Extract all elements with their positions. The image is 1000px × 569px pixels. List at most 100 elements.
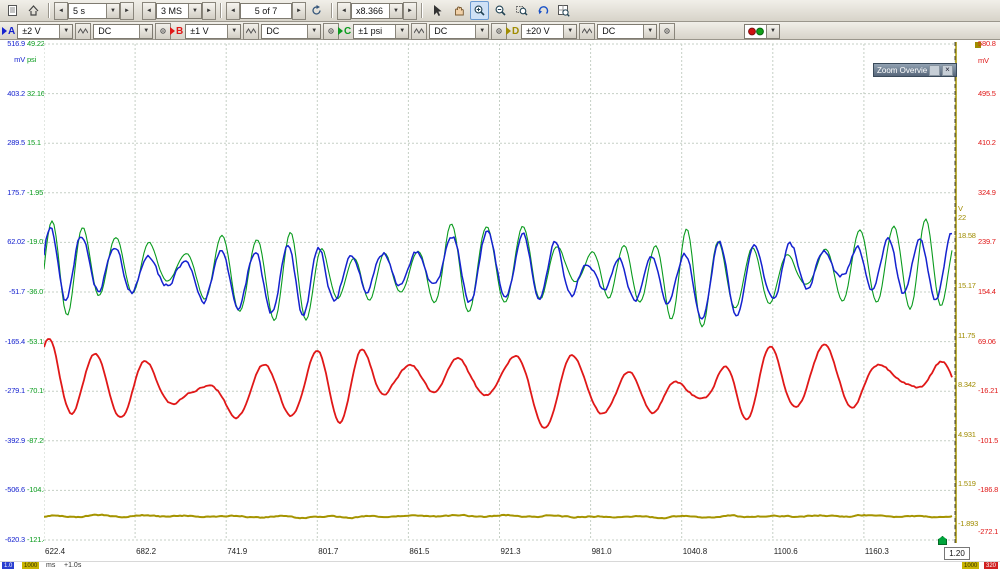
- channel-a-group: A ±2 V ▼ DC ▼: [2, 23, 173, 39]
- channel-arrow-icon: [170, 27, 175, 35]
- zoom-out-icon: [494, 4, 507, 17]
- timebase-select[interactable]: 5 s ▼: [68, 3, 120, 19]
- chevron-down-icon[interactable]: ▼: [563, 25, 576, 38]
- trace-channel-A-voltage: [44, 228, 952, 319]
- axis-a-unit: mV: [0, 56, 25, 64]
- waveform-icon: [414, 26, 424, 36]
- axis-a-tick: 62.02: [0, 238, 25, 246]
- restore-window-icon[interactable]: [929, 65, 940, 76]
- chevron-down-icon[interactable]: ▼: [395, 25, 408, 38]
- chevron-down-icon[interactable]: ▼: [766, 25, 779, 38]
- select-tool-button[interactable]: [428, 1, 447, 20]
- zoom-next-button[interactable]: ►: [403, 2, 417, 20]
- timebase-next-button[interactable]: ►: [120, 2, 134, 20]
- chevron-down-icon[interactable]: ▼: [106, 4, 119, 18]
- channel-arrow-icon: [506, 27, 511, 35]
- axis-c-unit: psi: [27, 56, 36, 64]
- buffer-next-button[interactable]: ►: [292, 2, 306, 20]
- channel-a-range-select[interactable]: ±2 V ▼: [17, 24, 73, 39]
- chevron-down-icon[interactable]: ▼: [188, 4, 201, 18]
- axis-a-tick: -279.1: [0, 387, 25, 395]
- waveform-canvas: [44, 40, 957, 545]
- chevron-down-icon[interactable]: ▼: [227, 25, 240, 38]
- axis-d-top-tick: 22: [958, 214, 966, 222]
- channel-a-probe-button[interactable]: [75, 23, 91, 40]
- right-axis-gutter: mV V 22 580.8495.5410.2324.9239.7154.469…: [957, 40, 1000, 545]
- chevron-down-icon[interactable]: ▼: [643, 25, 656, 38]
- axis-d-tick: 8.342: [958, 381, 976, 389]
- close-icon[interactable]: ×: [942, 65, 953, 76]
- app-window: ◄ 5 s ▼ ► ◄ 3 MS ▼ ► ◄ 5 of 7 ► ◄ x8.366…: [0, 0, 1000, 569]
- axis-d-tick: 15.17: [958, 282, 976, 290]
- zoom-select[interactable]: x8.366 ▼: [351, 3, 403, 19]
- timebase-value: 5 s: [73, 6, 85, 16]
- x-axis-tick: 622.4: [45, 547, 65, 556]
- channel-b-coupling-select[interactable]: DC ▼: [261, 24, 321, 39]
- channel-c-options-button[interactable]: [491, 23, 507, 40]
- channel-b-range-select[interactable]: ±1 V ▼: [185, 24, 241, 39]
- channel-c-range-select[interactable]: ±1 psi ▼: [353, 24, 409, 39]
- trace-channel-B-voltage: [44, 339, 952, 428]
- home-button[interactable]: [24, 1, 43, 20]
- x-axis-tick: 861.5: [409, 547, 429, 556]
- zoom-overview-title: Zoom Overview: [877, 66, 927, 75]
- zoom-overview-panel[interactable]: Zoom Overview ×: [873, 63, 957, 77]
- axis-c-tick: 32.16: [27, 90, 45, 98]
- channel-c-range-value: ±1 psi: [358, 26, 382, 36]
- chevron-down-icon[interactable]: ▼: [139, 25, 152, 38]
- channel-d-probe-button[interactable]: [579, 23, 595, 40]
- channel-d-range-select[interactable]: ±20 V ▼: [521, 24, 577, 39]
- axis-b-tick: -16.21: [978, 387, 998, 395]
- channel-d-options-button[interactable]: [659, 23, 675, 40]
- zoom-in-tool-button[interactable]: [470, 1, 489, 20]
- axis-a-tick: -506.6: [0, 486, 25, 494]
- axis-d-tick: 18.58: [958, 232, 976, 240]
- channel-d-coupling-select[interactable]: DC ▼: [597, 24, 657, 39]
- scope-plot-area[interactable]: [44, 40, 957, 545]
- refresh-button[interactable]: [307, 1, 326, 20]
- hand-tool-button[interactable]: [449, 1, 468, 20]
- run-stop-control[interactable]: ▼: [744, 23, 780, 39]
- toolbar-separator: [421, 3, 423, 18]
- zoom-overview-tool-button[interactable]: [554, 1, 573, 20]
- timebase-prev-button[interactable]: ◄: [54, 2, 68, 20]
- home-icon: [27, 4, 40, 17]
- chevron-down-icon[interactable]: ▼: [475, 25, 488, 38]
- select-icon: [431, 4, 444, 17]
- zoom-out-tool-button[interactable]: [491, 1, 510, 20]
- zoom-window-tool-button[interactable]: [512, 1, 531, 20]
- buffer-prev-button[interactable]: ◄: [226, 2, 240, 20]
- samples-next-button[interactable]: ►: [202, 2, 216, 20]
- chevron-down-icon[interactable]: ▼: [307, 25, 320, 38]
- x-axis-tick: 682.2: [136, 547, 156, 556]
- zoom-prev-button[interactable]: ◄: [337, 2, 351, 20]
- axis-a-tick: -392.9: [0, 437, 25, 445]
- buffer-position: 5 of 7: [240, 3, 292, 19]
- axis-b-tick: 154.4: [978, 288, 996, 296]
- channel-a-options-button[interactable]: [155, 23, 171, 40]
- channel-b-coupling-value: DC: [266, 26, 279, 36]
- samples-prev-button[interactable]: ◄: [142, 2, 156, 20]
- channel-b-options-button[interactable]: [323, 23, 339, 40]
- left-axis-gutter: mV psi 516.949.22403.232.16289.515.1175.…: [0, 40, 44, 545]
- channel-c-probe-button[interactable]: [411, 23, 427, 40]
- chevron-down-icon[interactable]: ▼: [389, 4, 402, 18]
- zoom-in-icon: [473, 4, 486, 17]
- toolbar-separator: [48, 3, 50, 18]
- axis-b-tick: 239.7: [978, 238, 996, 246]
- toolbar-separator: [220, 3, 222, 18]
- gear-icon: [662, 26, 672, 36]
- channel-a-range-value: ±2 V: [22, 26, 40, 36]
- waveform-icon: [582, 26, 592, 36]
- channel-a-coupling-select[interactable]: DC ▼: [93, 24, 153, 39]
- channel-a-coupling-value: DC: [98, 26, 111, 36]
- file-icon: [6, 4, 19, 17]
- samples-select[interactable]: 3 MS ▼: [156, 3, 202, 19]
- chevron-down-icon[interactable]: ▼: [59, 25, 72, 38]
- file-button[interactable]: [3, 1, 22, 20]
- channel-b-probe-button[interactable]: [243, 23, 259, 40]
- undo-zoom-button[interactable]: [533, 1, 552, 20]
- channel-c-coupling-select[interactable]: DC ▼: [429, 24, 489, 39]
- status-chip-d: 1000: [22, 562, 39, 569]
- waveform-icon: [246, 26, 256, 36]
